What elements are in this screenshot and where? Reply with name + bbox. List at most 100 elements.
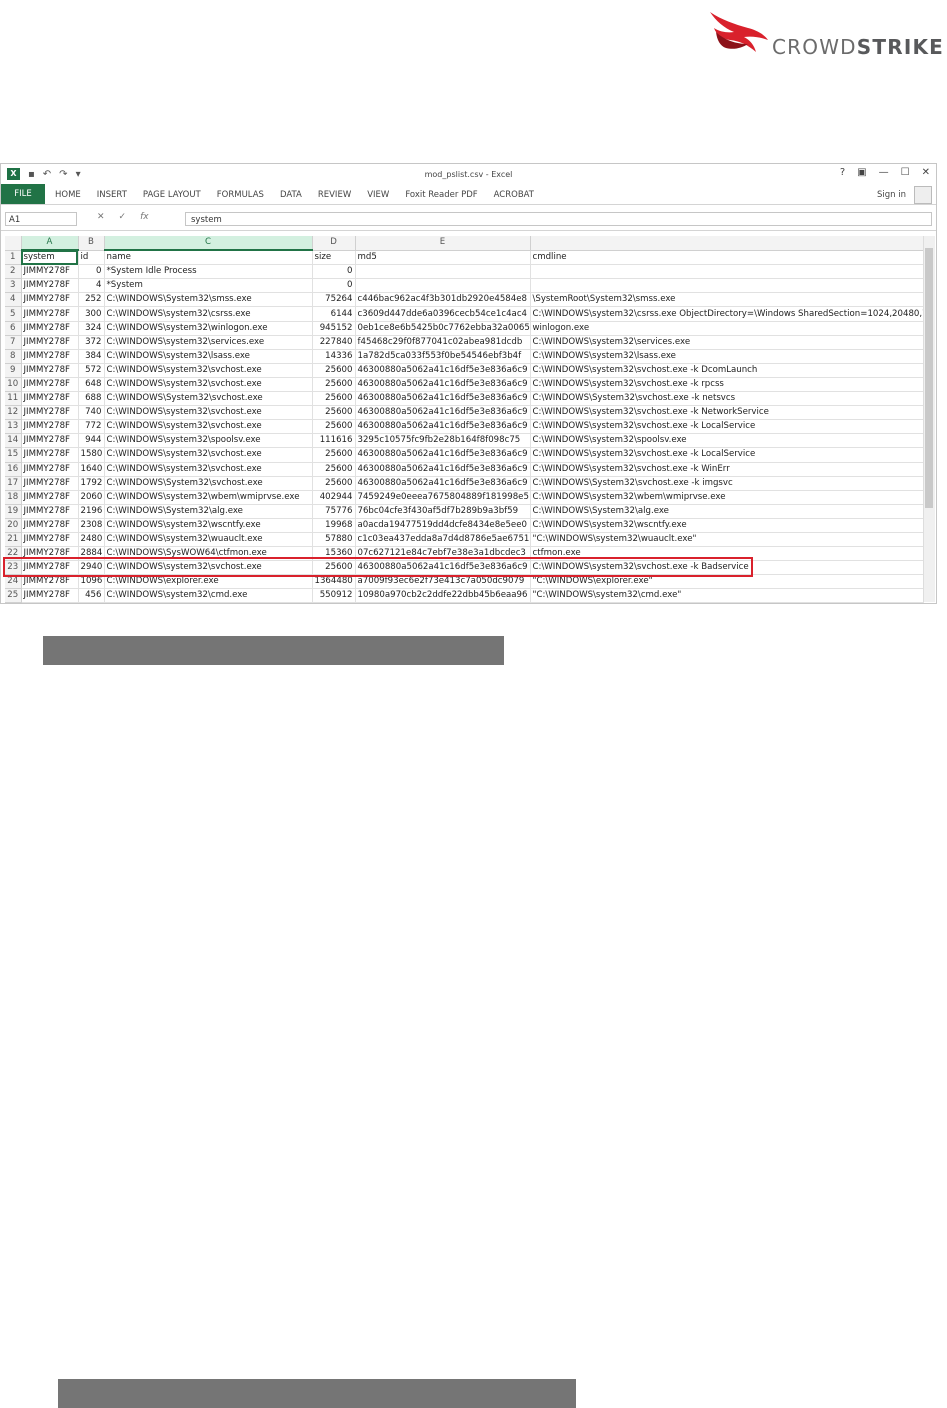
table-cell[interactable]: 1640 [78,462,105,477]
table-cell[interactable]: 111616 [312,433,356,449]
table-cell[interactable]: md5 [355,250,531,266]
row-header[interactable]: 15 [5,447,22,463]
cancel-icon[interactable]: ✕ [97,212,105,222]
table-cell[interactable]: 300 [78,306,105,322]
tab-insert[interactable]: INSERT [97,190,127,200]
table-cell[interactable]: 14336 [312,349,356,364]
table-cell[interactable]: C:\WINDOWS\System32\svchost.exe -k netsv… [530,391,924,407]
table-cell[interactable]: size [312,250,356,266]
maximize-icon[interactable]: ☐ [901,167,910,178]
table-cell[interactable]: C:\WINDOWS\System32\svchost.exe [104,476,313,491]
tab-view[interactable]: VIEW [367,190,389,200]
table-cell[interactable]: c1c03ea437edda8a7d4d8786e5ae6751 [355,532,531,548]
table-cell[interactable]: 25600 [312,419,356,435]
table-cell[interactable]: C:\WINDOWS\system32\spoolsv.exe [530,433,924,449]
table-cell[interactable]: C:\WINDOWS\system32\wscntfy.exe [104,518,313,533]
ribbon-display-icon[interactable]: ▣ [857,167,866,178]
table-cell[interactable]: 6144 [312,306,356,322]
table-cell[interactable]: *System Idle Process [104,264,313,280]
tab-page-layout[interactable]: PAGE LAYOUT [143,190,201,200]
table-cell[interactable]: 0 [78,264,105,280]
column-header-c[interactable]: C [104,236,313,252]
table-cell[interactable]: \SystemRoot\System32\smss.exe [530,292,924,308]
row-header[interactable]: 13 [5,419,22,435]
column-header-a[interactable]: A [21,236,79,252]
table-cell[interactable]: C:\WINDOWS\system32\wuauclt.exe [104,532,313,548]
table-cell[interactable]: C:\WINDOWS\system32\svchost.exe [104,419,313,435]
table-cell[interactable]: JIMMY278F [21,532,79,548]
sign-in-link[interactable]: Sign in [877,190,906,200]
tab-review[interactable]: REVIEW [318,190,351,200]
tab-file[interactable]: FILE [1,184,45,204]
table-cell[interactable]: 648 [78,377,105,393]
table-cell[interactable]: JIMMY278F [21,363,79,378]
row-header[interactable]: 21 [5,532,22,548]
formula-input[interactable]: system [185,212,932,226]
table-cell[interactable]: 252 [78,292,105,308]
table-cell[interactable]: 0 [312,264,356,280]
table-cell[interactable]: 384 [78,349,105,364]
row-header[interactable]: 2 [5,264,22,280]
table-cell[interactable]: JIMMY278F [21,321,79,336]
table-cell[interactable]: JIMMY278F [21,476,79,491]
table-cell[interactable] [530,264,924,280]
row-header[interactable]: 4 [5,292,22,308]
table-cell[interactable]: C:\WINDOWS\system32\lsass.exe [104,349,313,364]
table-cell[interactable]: 2060 [78,490,105,505]
row-header[interactable]: 1 [5,250,22,266]
table-cell[interactable]: JIMMY278F [21,588,79,604]
table-cell[interactable]: 4 [78,278,105,294]
help-icon[interactable]: ? [840,167,845,178]
tab-home[interactable]: HOME [55,190,81,200]
table-cell[interactable]: 945152 [312,321,356,336]
table-cell[interactable]: 19968 [312,518,356,533]
vertical-scrollbar[interactable] [923,236,935,602]
table-cell[interactable]: cmdline [530,250,924,266]
table-cell[interactable]: C:\WINDOWS\system32\csrss.exe ObjectDire… [530,306,924,322]
table-cell[interactable]: JIMMY278F [21,306,79,322]
table-cell[interactable]: JIMMY278F [21,518,79,533]
row-header[interactable]: 6 [5,321,22,336]
table-cell[interactable]: 550912 [312,588,356,604]
row-header[interactable]: 11 [5,391,22,407]
row-header[interactable]: 12 [5,405,22,421]
table-cell[interactable]: C:\WINDOWS\System32\smss.exe [104,292,313,308]
table-cell[interactable]: 46300880a5062a41c16df5e3e836a6c9 [355,419,531,435]
table-cell[interactable]: JIMMY278F [21,349,79,364]
row-header[interactable]: 7 [5,335,22,350]
table-cell[interactable]: 25600 [312,391,356,407]
table-cell[interactable] [355,278,531,294]
column-header-f[interactable] [530,236,924,251]
tab-foxit-reader-pdf[interactable]: Foxit Reader PDF [405,190,477,200]
table-cell[interactable]: JIMMY278F [21,391,79,407]
table-cell[interactable]: 57880 [312,532,356,548]
column-header-d[interactable]: D [312,236,356,251]
row-header[interactable]: 18 [5,490,22,505]
table-cell[interactable]: 456 [78,588,105,604]
table-cell[interactable]: "C:\WINDOWS\system32\cmd.exe" [530,588,924,604]
table-cell[interactable]: C:\WINDOWS\system32\lsass.exe [530,349,924,364]
table-cell[interactable]: system [21,250,79,266]
table-cell[interactable]: 46300880a5062a41c16df5e3e836a6c9 [355,462,531,477]
insert-function-icon[interactable]: fx [140,212,149,222]
table-cell[interactable]: C:\WINDOWS\system32\svchost.exe [104,377,313,393]
table-cell[interactable]: 46300880a5062a41c16df5e3e836a6c9 [355,447,531,463]
table-cell[interactable]: C:\WINDOWS\system32\csrss.exe [104,306,313,322]
user-avatar-icon[interactable] [914,186,932,204]
table-cell[interactable]: winlogon.exe [530,321,924,336]
table-cell[interactable]: 46300880a5062a41c16df5e3e836a6c9 [355,476,531,491]
table-cell[interactable]: 25600 [312,405,356,421]
row-header[interactable]: 10 [5,377,22,393]
name-box[interactable]: A1 [5,212,77,226]
table-cell[interactable]: 0eb1ce8e6b5425b0c7762ebba32a0065 [355,321,531,336]
table-cell[interactable]: C:\WINDOWS\System32\alg.exe [530,504,924,519]
tab-formulas[interactable]: FORMULAS [217,190,264,200]
table-cell[interactable]: JIMMY278F [21,335,79,350]
table-cell[interactable]: 46300880a5062a41c16df5e3e836a6c9 [355,363,531,378]
table-cell[interactable]: C:\WINDOWS\system32\svchost.exe [104,462,313,477]
row-header[interactable]: 20 [5,518,22,533]
table-cell[interactable]: 740 [78,405,105,421]
table-cell[interactable]: JIMMY278F [21,490,79,505]
row-header[interactable]: 17 [5,476,22,491]
table-cell[interactable]: C:\WINDOWS\system32\svchost.exe -k WinEr… [530,462,924,477]
